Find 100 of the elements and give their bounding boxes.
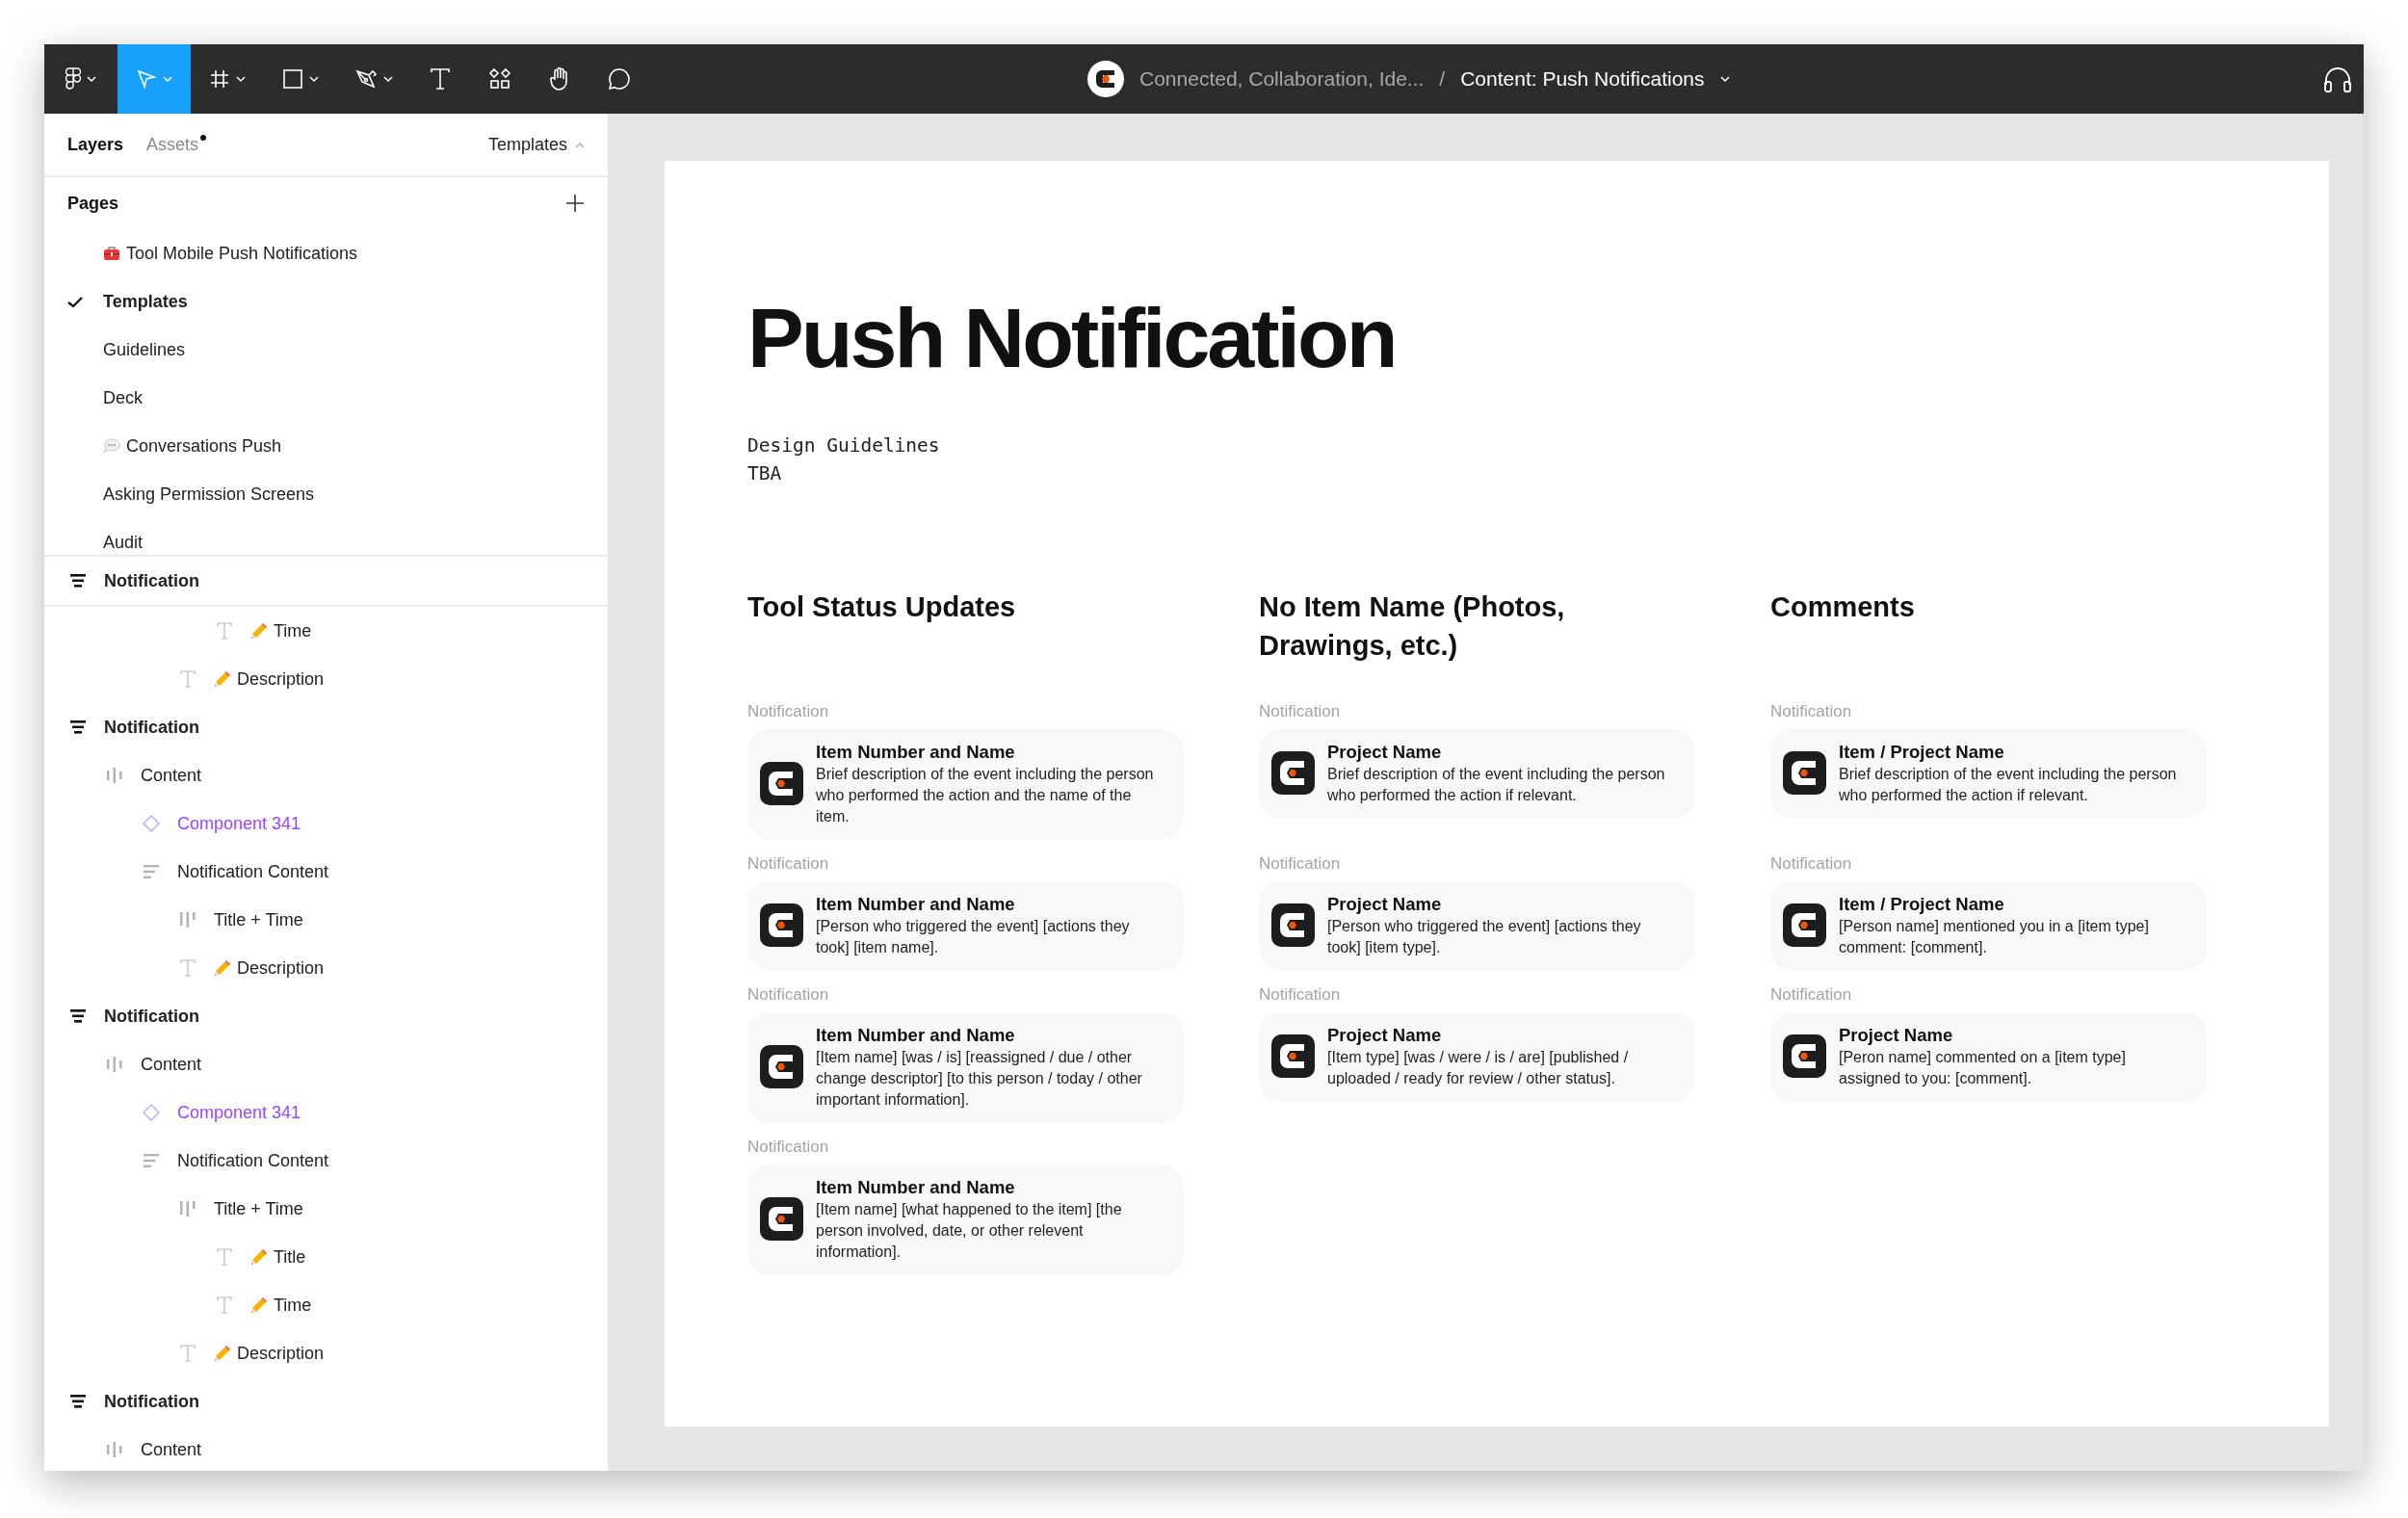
layer-row[interactable]: Component 341: [44, 1088, 608, 1137]
app-logo-icon: [1271, 903, 1315, 948]
notification-label: Notification: [1770, 852, 1853, 875]
layer-name: Description: [237, 668, 325, 690]
headphones-icon[interactable]: [2323, 65, 2352, 92]
plus-icon[interactable]: [565, 194, 585, 213]
layer-row[interactable]: Notification: [44, 1377, 608, 1426]
pen-icon: [354, 67, 378, 91]
notification-title: Item Number and Name: [816, 1175, 1016, 1199]
pencil-icon: [214, 959, 231, 977]
app-logo-icon: [760, 762, 803, 806]
pencil-icon: [250, 1248, 268, 1266]
notification-title: Item / Project Name: [1839, 740, 2005, 764]
file-name[interactable]: Content: Push Notifications: [1460, 67, 1705, 91]
comment-icon: [608, 67, 631, 91]
frame-icon: [209, 68, 230, 90]
layer-row[interactable]: Notification: [44, 703, 608, 751]
pencil-icon: [214, 670, 231, 688]
layer-name: Notification: [104, 1391, 199, 1412]
notification-title: Item Number and Name: [816, 892, 1016, 916]
layer-name: Notification Content: [177, 861, 329, 882]
text-icon: [180, 670, 196, 688]
caret-icon: [383, 75, 393, 83]
layer-row[interactable]: Content: [44, 1426, 608, 1471]
layer-row[interactable]: Notification: [44, 555, 608, 607]
layer-row[interactable]: Notification: [44, 992, 608, 1040]
notification-description: [Person name] mentioned you in a [item type] comment: [comment].: [1839, 916, 2150, 957]
check-icon: [67, 295, 83, 308]
speech-bubble-icon: [103, 438, 120, 454]
stack-icon: [70, 574, 86, 588]
layer-row[interactable]: Content: [44, 1040, 608, 1088]
layer-name: Description: [237, 957, 325, 979]
lines-icon: [144, 865, 159, 878]
layer-row[interactable]: Notification Content: [44, 1137, 608, 1185]
caret-icon: [1719, 75, 1730, 83]
layer-row[interactable]: Content: [44, 751, 608, 799]
layer-row[interactable]: Time: [44, 1281, 608, 1329]
caret-icon: [309, 75, 319, 83]
layer-name: Time: [274, 1295, 312, 1316]
notification-label: Notification: [747, 852, 830, 875]
layer-row[interactable]: Title + Time: [44, 1185, 608, 1233]
layer-row[interactable]: Description: [44, 1329, 608, 1377]
stack-icon: [70, 720, 86, 734]
caret-icon: [575, 141, 585, 148]
notification-description: [Item name] [what happened to the item] [the person involved, date, or other relevent information].: [816, 1199, 1123, 1262]
logo-icon: [65, 67, 81, 91]
columns-icon: [107, 1057, 122, 1072]
subtitle-line: TBA: [747, 460, 783, 486]
notification-title: Project Name: [1839, 1023, 1954, 1047]
page-item[interactable]: Deck: [44, 374, 608, 422]
pages-heading: Pages: [67, 193, 119, 214]
panel-tab[interactable]: Layers: [67, 134, 124, 155]
page-item[interactable]: Templates: [44, 277, 608, 326]
pencil-icon: [250, 1296, 268, 1314]
notification-title: Project Name: [1327, 892, 1443, 916]
layer-row[interactable]: Time: [44, 607, 608, 655]
caret-icon: [236, 75, 246, 83]
text-icon: [217, 1296, 232, 1314]
notification-label: Notification: [1259, 852, 1342, 875]
panel-tab[interactable]: Assets: [146, 134, 207, 155]
caret-icon: [87, 75, 96, 83]
columns-icon: [180, 912, 196, 928]
pencil-icon: [214, 1345, 231, 1362]
layer-row[interactable]: Description: [44, 944, 608, 992]
notification-title: Project Name: [1327, 1023, 1443, 1047]
layer-row[interactable]: Title: [44, 1233, 608, 1281]
section-heading: Comments: [1770, 589, 1916, 624]
stack-icon: [70, 1009, 86, 1023]
layer-row[interactable]: Description: [44, 655, 608, 703]
page-dropdown[interactable]: Templates: [487, 134, 585, 155]
section-heading: Tool Status Updates: [747, 589, 1017, 624]
rectangle-icon: [282, 68, 303, 90]
app-logo-icon: [1783, 1034, 1826, 1079]
caret-icon: [163, 75, 172, 83]
app-logo-icon: [1271, 1034, 1315, 1079]
layer-row[interactable]: Notification Content: [44, 848, 608, 896]
layer-name: Title + Time: [214, 1198, 303, 1219]
page-item[interactable]: Audit: [44, 518, 608, 555]
page-title: Push Notification: [747, 292, 1397, 385]
notification-title: Project Name: [1327, 740, 1443, 764]
page-item[interactable]: Guidelines: [44, 326, 608, 374]
layer-row[interactable]: Title + Time: [44, 896, 608, 944]
app-logo-icon: [760, 903, 803, 948]
text-icon: [217, 1248, 232, 1266]
page-item[interactable]: Tool Mobile Push Notifications: [44, 229, 608, 277]
notification-label: Notification: [747, 1136, 830, 1158]
project-name[interactable]: Connected, Collaboration, Ide...: [1139, 67, 1425, 91]
notification-description: [Person who triggered the event] [actions they took] [item type].: [1327, 916, 1642, 957]
notification-label: Notification: [1770, 983, 1853, 1006]
notification-description: Brief description of the event including the person who performed the action if relevant.: [1839, 764, 2178, 805]
layer-row[interactable]: Component 341: [44, 799, 608, 848]
notification-label: Notification: [747, 983, 830, 1006]
page-item[interactable]: Conversations Push: [44, 422, 608, 470]
text-icon: [180, 1345, 196, 1362]
pencil-icon: [250, 622, 268, 640]
page-item[interactable]: Asking Permission Screens: [44, 470, 608, 518]
notification-description: [Item type] [was / were / is / are] [published / uploaded / ready for review / other status].: [1327, 1047, 1630, 1088]
toolbox-icon: [103, 246, 120, 261]
cursor-icon: [136, 68, 157, 90]
subtitle-line: Design Guidelines: [747, 432, 941, 458]
